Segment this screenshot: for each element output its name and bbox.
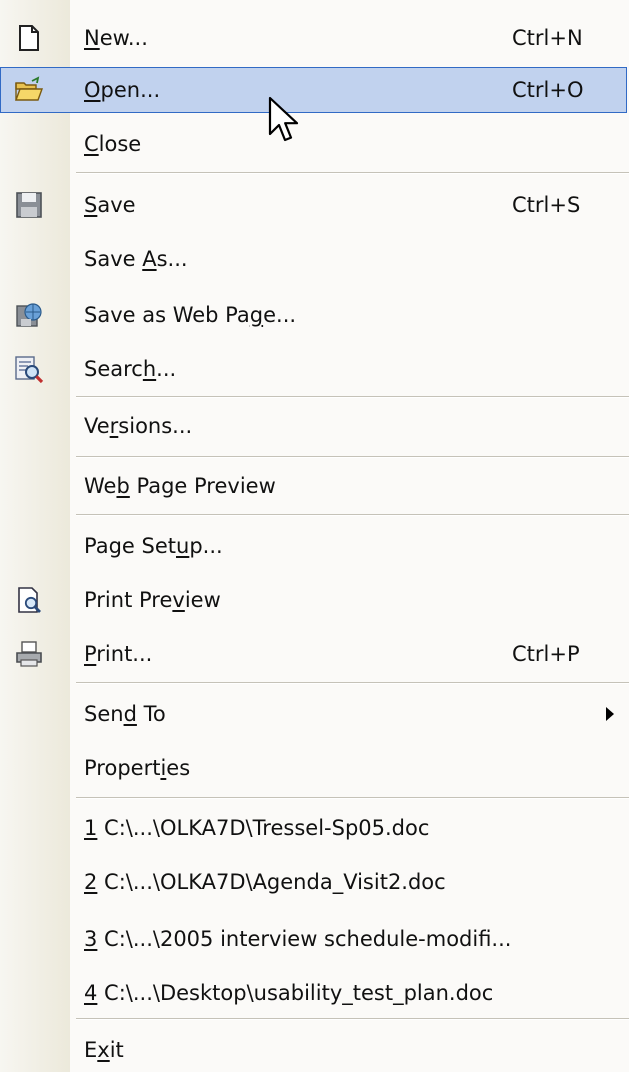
menu-item-versions[interactable]: Versions... [0,398,629,454]
access-key: 3 [84,927,98,951]
menu-item-label: Save as Web Page... [84,303,297,327]
menu-item-page-setup[interactable]: Page Setup... [0,518,629,574]
menu-item-save-web[interactable]: Save as Web Page... [0,288,629,342]
submenu-arrow-icon [606,707,614,721]
menu-item-label: 3 C:\...\2005 interview schedule-modifi.… [84,927,512,951]
menu-item-label: Close [84,132,142,156]
menu-item-label: Print... [84,642,153,666]
menu-item-open[interactable]: Open... Ctrl+O [0,64,629,116]
new-document-icon [14,23,44,53]
menu-separator [76,797,629,799]
access-key: h [142,357,157,381]
menu-item-save-as[interactable]: Save As... [0,232,629,286]
printer-icon [14,639,44,669]
menu-item-print[interactable]: Print... Ctrl+P [0,627,629,681]
menu-item-recent-2[interactable]: 2 C:\...\OLKA7D\Agenda_Visit2.doc [0,855,629,909]
menu-item-label: Versions... [84,414,193,438]
access-key: v [172,588,185,612]
shortcut-label: Ctrl+O [512,78,584,102]
menu-item-label: Save [84,193,136,217]
access-key: b [116,474,130,498]
save-web-page-icon [14,300,44,330]
access-key: C [84,132,99,156]
access-key: 2 [84,870,98,894]
menu-separator [76,514,629,516]
menu-item-properties[interactable]: Properties [0,741,629,795]
save-disk-icon [14,190,44,220]
menu-separator [76,682,629,684]
shortcut-label: Ctrl+N [512,26,583,50]
menu-item-label: 2 C:\...\OLKA7D\Agenda_Visit2.doc [84,870,446,894]
access-key: O [84,78,101,102]
access-key: N [84,26,100,50]
access-key: r [109,414,119,438]
shortcut-label: Ctrl+S [512,193,581,217]
access-key: 1 [84,816,98,840]
menu-item-recent-3[interactable]: 3 C:\...\2005 interview schedule-modifi.… [0,911,629,967]
menu-item-label: Search... [84,357,177,381]
shortcut-label: Ctrl+P [512,642,580,666]
menu-item-exit[interactable]: Exit [0,1022,629,1078]
menu-item-label: 4 C:\...\Desktop\usability_test_plan.doc [84,981,494,1005]
search-icon [14,354,44,384]
access-key: g [249,303,264,327]
access-key: P [84,642,97,666]
access-key: u [176,534,190,558]
menu-item-new[interactable]: New... Ctrl+N [0,9,629,67]
menu-item-label: Save As... [84,247,188,271]
menu-item-label: Send To [84,702,166,726]
menu-item-web-preview[interactable]: Web Page Preview [0,458,629,514]
menu-item-label: Properties [84,756,191,780]
file-menu: New... Ctrl+N Open... Ctrl+O Close Save Ctrl+S… [0,0,629,1072]
menu-item-label: New... [84,26,148,50]
menu-item-search[interactable]: Search... [0,342,629,396]
access-key: S [84,193,98,217]
menu-item-label: 1 C:\...\OLKA7D\Tressel-Sp05.doc [84,816,430,840]
open-folder-icon [14,75,44,105]
access-key: x [97,1038,110,1062]
access-key: 4 [84,981,98,1005]
menu-item-label: Open... [84,78,161,102]
print-preview-icon [14,585,44,615]
menu-item-label: Print Preview [84,588,221,612]
access-key: A [142,247,157,271]
menu-separator [76,172,629,174]
menu-item-send-to[interactable]: Send To [0,686,629,742]
menu-item-close[interactable]: Close [0,119,629,169]
menu-item-recent-4[interactable]: 4 C:\...\Desktop\usability_test_plan.doc [0,965,629,1021]
menu-item-label: Web Page Preview [84,474,276,498]
access-key: d [123,702,137,726]
menu-item-label: Page Setup... [84,534,223,558]
menu-item-save[interactable]: Save Ctrl+S [0,178,629,232]
menu-item-label: Exit [84,1038,124,1062]
menu-item-recent-1[interactable]: 1 C:\...\OLKA7D\Tressel-Sp05.doc [0,800,629,856]
menu-item-print-preview[interactable]: Print Preview [0,573,629,627]
